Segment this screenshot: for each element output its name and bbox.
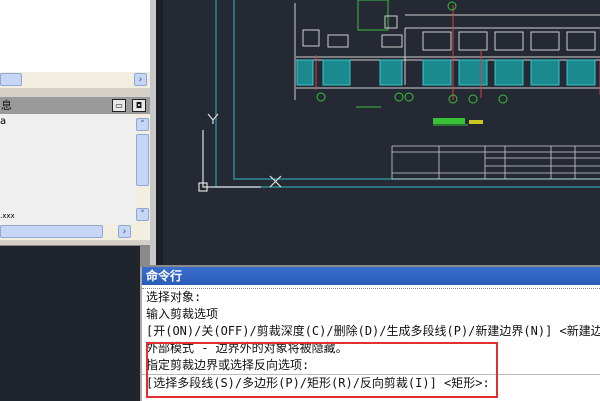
axis-lines xyxy=(315,5,600,100)
panel-header: 息 ▭ ◘ xyxy=(0,97,150,114)
drawing-canvas[interactable] xyxy=(163,0,600,265)
chevron-down-icon: ˅ xyxy=(140,210,145,220)
panel-title: 息 xyxy=(1,99,12,112)
panel-option-icon[interactable]: ▭ xyxy=(112,99,126,112)
command-history-line: 选择对象: xyxy=(146,290,202,304)
left-panel: › 息 ▭ ◘ a .xxx ˄ ˅ › xyxy=(0,0,152,245)
file-name: .xxx xyxy=(0,212,15,220)
chevron-right-icon: › xyxy=(138,75,143,85)
scroll-thumb[interactable] xyxy=(0,73,22,86)
drawing-title-mark xyxy=(433,118,465,124)
command-history-line: 输入剪裁选项 xyxy=(146,307,219,321)
scroll-down-button[interactable]: ˅ xyxy=(136,208,149,221)
chevron-right-icon: › xyxy=(122,227,127,237)
title-block xyxy=(391,145,600,180)
vertical-scrollbar[interactable]: ˄ ˅ xyxy=(135,114,150,224)
cad-drawing xyxy=(198,0,600,192)
properties-list: a .xxx xyxy=(0,114,135,224)
horizontal-scrollbar-bottom[interactable]: › xyxy=(0,224,150,240)
scroll-up-button[interactable]: ˄ xyxy=(136,118,149,131)
splitter-edge xyxy=(156,0,163,265)
scroll-right-button[interactable]: › xyxy=(118,225,131,238)
scroll-thumb[interactable] xyxy=(0,225,103,238)
chevron-up-icon: ˄ xyxy=(140,120,145,130)
empty-area xyxy=(0,246,140,401)
highlight-box xyxy=(146,342,498,398)
scroll-right-button[interactable]: › xyxy=(134,73,147,86)
windows xyxy=(296,59,596,86)
scale-mark xyxy=(469,120,483,124)
scroll-thumb[interactable] xyxy=(136,134,149,186)
top-list-area xyxy=(0,0,150,72)
command-history-line: [开(ON)/关(OFF)/剪裁深度(C)/删除(D)/生成多段线(P)/新建边… xyxy=(146,324,600,338)
command-window-title: 命令行 xyxy=(142,267,600,285)
horizontal-scrollbar[interactable]: › xyxy=(0,72,150,88)
panel-refresh-icon[interactable]: ◘ xyxy=(132,99,146,112)
list-item: a xyxy=(0,116,7,127)
